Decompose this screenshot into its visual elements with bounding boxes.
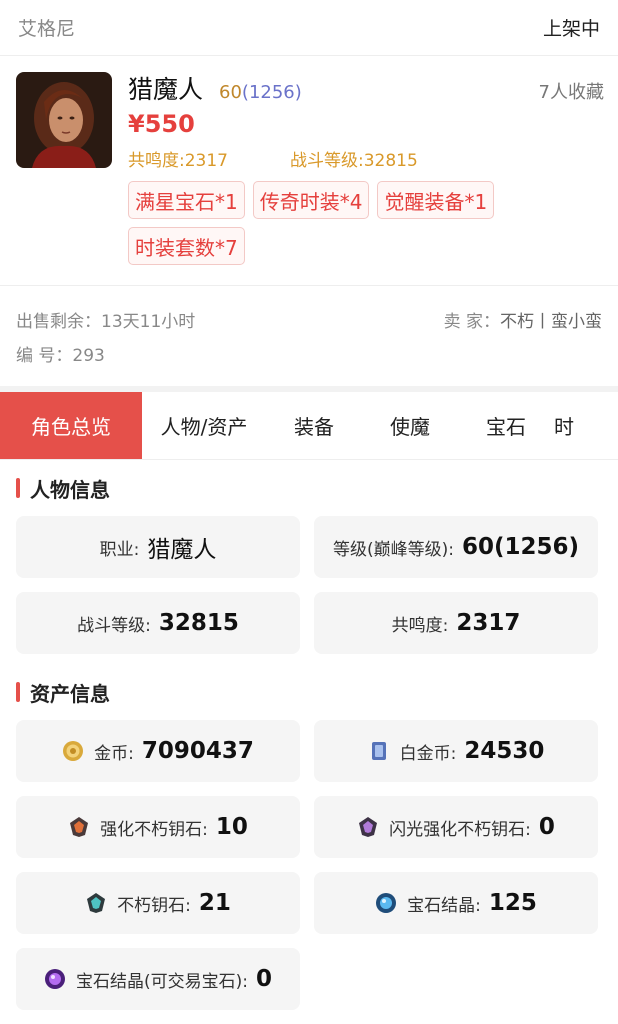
character-info-title: 人物信息 bbox=[30, 477, 110, 502]
class-label: 职业: bbox=[99, 539, 140, 560]
resonance-value: 2317 bbox=[456, 610, 521, 636]
class-cell: 职业: 猎魔人 bbox=[16, 516, 300, 578]
tradable-gem-value: 0 bbox=[255, 966, 272, 992]
character-avatar bbox=[16, 72, 112, 168]
resonance-stat: 共鸣度:2317 bbox=[128, 151, 228, 171]
top-bar: 艾格尼 上架中 bbox=[0, 0, 618, 56]
combat-level-value: 32815 bbox=[158, 610, 239, 636]
tag-list: 满星宝石*1 传奇时装*4 觉醒装备*1 时装套数*7 bbox=[128, 181, 548, 273]
listing-meta: 出售剩余：13天11小时 卖 家：不朽丨蛮小蛮 编 号：293 bbox=[0, 286, 618, 386]
keystone-label: 不朽钥石: bbox=[117, 895, 191, 916]
peak-level: (1256) bbox=[241, 82, 302, 103]
remaining-time: 出售剩余：13天11小时 bbox=[16, 311, 196, 332]
tab-equipment[interactable]: 装备 bbox=[266, 392, 362, 459]
combat-level-stat: 战斗等级:32815 bbox=[290, 151, 418, 171]
gem-crystal-value: 125 bbox=[488, 890, 537, 916]
tab-familiar[interactable]: 使魔 bbox=[362, 392, 458, 459]
tag-badge: 时装套数*7 bbox=[128, 227, 245, 265]
tradable-gem-icon bbox=[44, 969, 65, 989]
level-label: 等级(巅峰等级): bbox=[332, 539, 454, 560]
price: ¥550 bbox=[128, 110, 195, 138]
gem-crystal-cell: 宝石结晶: 125 bbox=[314, 872, 598, 934]
tradable-gem-cell: 宝石结晶(可交易宝石): 0 bbox=[16, 948, 300, 1010]
server-name: 艾格尼 bbox=[18, 18, 76, 40]
keystone-icon bbox=[87, 893, 106, 913]
flawless-keystone-value: 0 bbox=[538, 814, 555, 840]
seller-name[interactable]: 不朽丨蛮小蛮 bbox=[500, 312, 602, 332]
keystone-cell: 不朽钥石: 21 bbox=[16, 872, 300, 934]
serial-number: 编 号：293 bbox=[16, 345, 105, 366]
heading-accent-bar bbox=[16, 478, 20, 498]
character-info-grid: 职业: 猎魔人 等级(巅峰等级): 60(1256) 战斗等级: 32815 共… bbox=[0, 516, 618, 654]
tag-badge: 觉醒装备*1 bbox=[377, 181, 495, 219]
listing-card[interactable]: 猎魔人 60 (1256) 7人收藏 ¥550 共鸣度:2317 战斗等级:32… bbox=[0, 56, 618, 286]
asset-info-title: 资产信息 bbox=[30, 681, 110, 706]
character-name: 猎魔人 bbox=[128, 75, 204, 104]
gem-crystal-label: 宝石结晶: bbox=[407, 895, 481, 916]
flawless-keystone-label: 闪光强化不朽钥石: bbox=[389, 819, 531, 840]
enhanced-keystone-icon bbox=[70, 817, 89, 837]
resonance-cell: 共鸣度: 2317 bbox=[314, 592, 598, 654]
gold-label: 金币: bbox=[94, 743, 134, 764]
seller-info: 卖 家：不朽丨蛮小蛮 bbox=[444, 307, 602, 332]
asset-info-grid: 金币: 7090437 白金币: 24530 强化不朽钥石: 10 闪光强化不朽… bbox=[0, 720, 618, 1010]
level-value: 60(1256) bbox=[461, 534, 580, 560]
class-value: 猎魔人 bbox=[147, 537, 217, 563]
level-cell: 等级(巅峰等级): 60(1256) bbox=[314, 516, 598, 578]
favorite-count[interactable]: 7人收藏 bbox=[539, 78, 604, 104]
platinum-card-icon bbox=[371, 742, 386, 760]
asset-info-heading: 资产信息 bbox=[0, 664, 618, 720]
tag-badge: 传奇时装*4 bbox=[252, 181, 370, 219]
gold-cell: 金币: 7090437 bbox=[16, 720, 300, 782]
tab-bar: 角色总览 人物/资产 装备 使魔 宝石 时 bbox=[0, 392, 618, 460]
combat-level-cell: 战斗等级: 32815 bbox=[16, 592, 300, 654]
tab-character-assets[interactable]: 人物/资产 bbox=[142, 392, 266, 459]
platinum-cell: 白金币: 24530 bbox=[314, 720, 598, 782]
character-info-heading: 人物信息 bbox=[0, 460, 618, 516]
gold-value: 7090437 bbox=[141, 738, 254, 764]
seller-label: 卖 家： bbox=[443, 311, 500, 332]
tradable-gem-label: 宝石结晶(可交易宝石): bbox=[75, 971, 248, 992]
character-level: 60 bbox=[219, 82, 242, 103]
combat-level-label: 战斗等级: bbox=[77, 615, 151, 636]
tab-overview[interactable]: 角色总览 bbox=[0, 392, 142, 459]
platinum-value: 24530 bbox=[464, 738, 545, 764]
keystone-value: 21 bbox=[198, 890, 231, 916]
tag-badge: 满星宝石*1 bbox=[128, 181, 245, 219]
tab-gems[interactable]: 宝石 bbox=[458, 392, 554, 459]
resonance-label: 共鸣度: bbox=[391, 615, 449, 636]
tab-fashion[interactable]: 时 bbox=[554, 392, 594, 459]
heading-accent-bar bbox=[16, 682, 20, 702]
enhanced-keystone-value: 10 bbox=[215, 814, 248, 840]
gold-coin-icon bbox=[63, 741, 84, 761]
gem-crystal-icon bbox=[376, 893, 397, 913]
platinum-label: 白金币: bbox=[399, 743, 457, 764]
enhanced-keystone-label: 强化不朽钥石: bbox=[100, 819, 208, 840]
flawless-keystone-cell: 闪光强化不朽钥石: 0 bbox=[314, 796, 598, 858]
listing-status: 上架中 bbox=[542, 18, 600, 40]
enhanced-keystone-cell: 强化不朽钥石: 10 bbox=[16, 796, 300, 858]
flawless-keystone-icon bbox=[359, 817, 378, 837]
